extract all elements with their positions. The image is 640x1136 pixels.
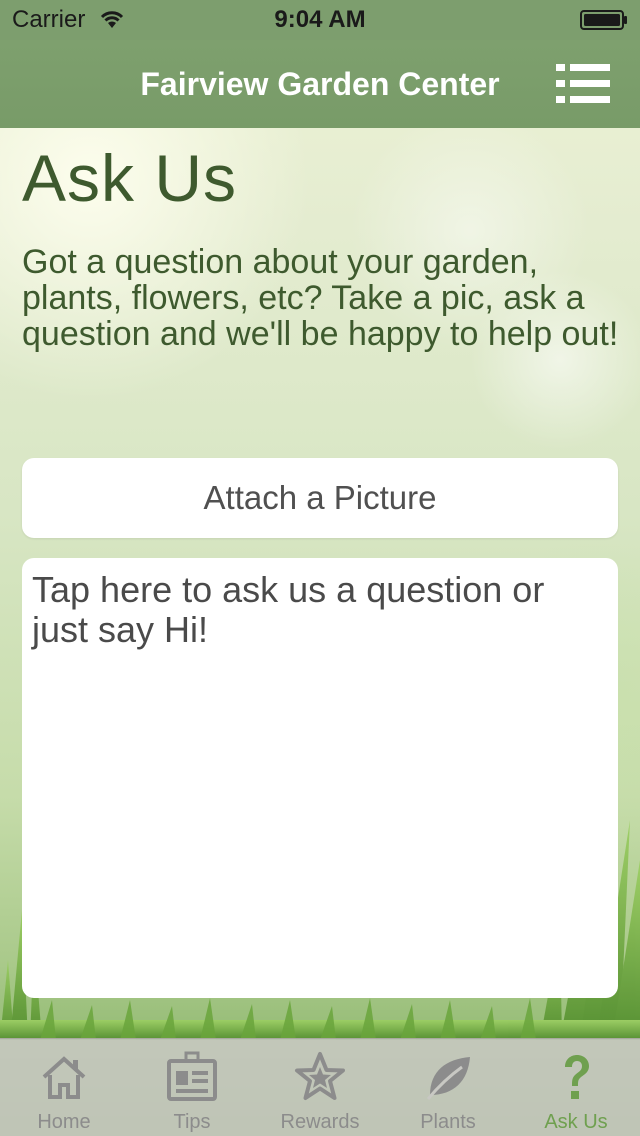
tab-rewards[interactable]: Rewards <box>256 1039 384 1136</box>
id-card-icon <box>167 1051 217 1101</box>
tab-label-ask-us: Ask Us <box>544 1111 608 1133</box>
intro-text: Got a question about your garden, plants… <box>22 243 619 353</box>
navigation-bar: Fairview Garden Center <box>0 40 640 128</box>
home-icon <box>42 1056 86 1099</box>
page-title: Ask Us <box>22 141 238 215</box>
tab-tips[interactable]: Tips <box>128 1039 256 1136</box>
status-time: 9:04 AM <box>274 6 366 33</box>
attach-picture-button[interactable]: Attach a Picture <box>22 458 618 538</box>
question-textarea[interactable]: Tap here to ask us a question or just sa… <box>22 558 618 998</box>
menu-button[interactable] <box>556 64 610 104</box>
tab-bar: Home Tips Rewards Plants Ask Us <box>0 1038 640 1136</box>
question-icon <box>565 1055 589 1099</box>
battery-icon <box>580 10 627 30</box>
tab-label-plants: Plants <box>420 1111 476 1133</box>
leaf-icon <box>426 1057 470 1100</box>
tab-label-rewards: Rewards <box>280 1111 360 1133</box>
tab-label-tips: Tips <box>173 1111 211 1133</box>
tab-label-home: Home <box>37 1111 91 1133</box>
list-menu-icon <box>556 64 610 103</box>
status-bar: Carrier 9:04 AM <box>0 0 640 40</box>
star-icon <box>295 1052 345 1100</box>
tab-plants[interactable]: Plants <box>384 1039 512 1136</box>
tab-home[interactable]: Home <box>0 1039 128 1136</box>
tab-ask-us[interactable]: Ask Us <box>512 1039 640 1136</box>
app-title: Fairview Garden Center <box>140 66 500 102</box>
